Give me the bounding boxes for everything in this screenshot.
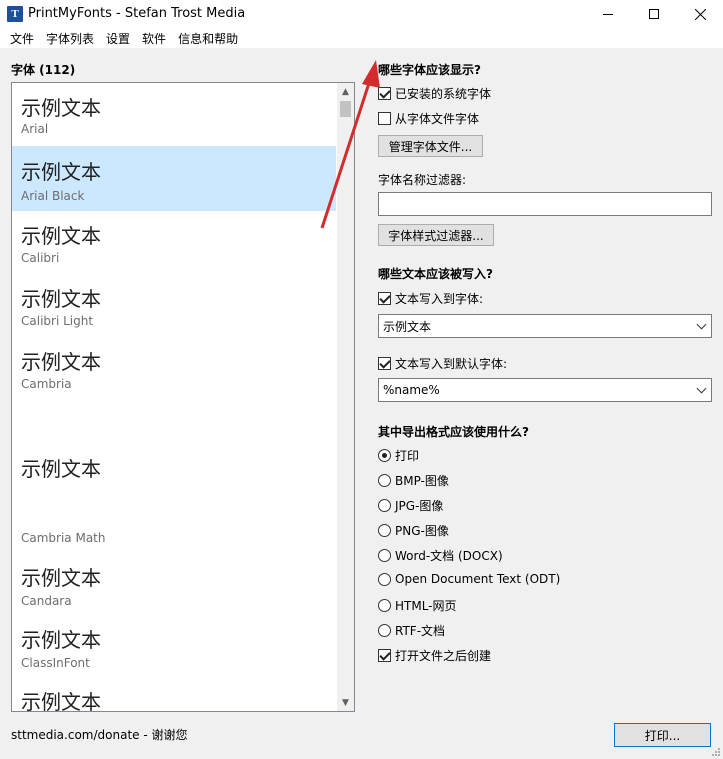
resize-grip-icon[interactable]	[711, 747, 721, 757]
annotation-arrow-icon	[320, 60, 380, 229]
